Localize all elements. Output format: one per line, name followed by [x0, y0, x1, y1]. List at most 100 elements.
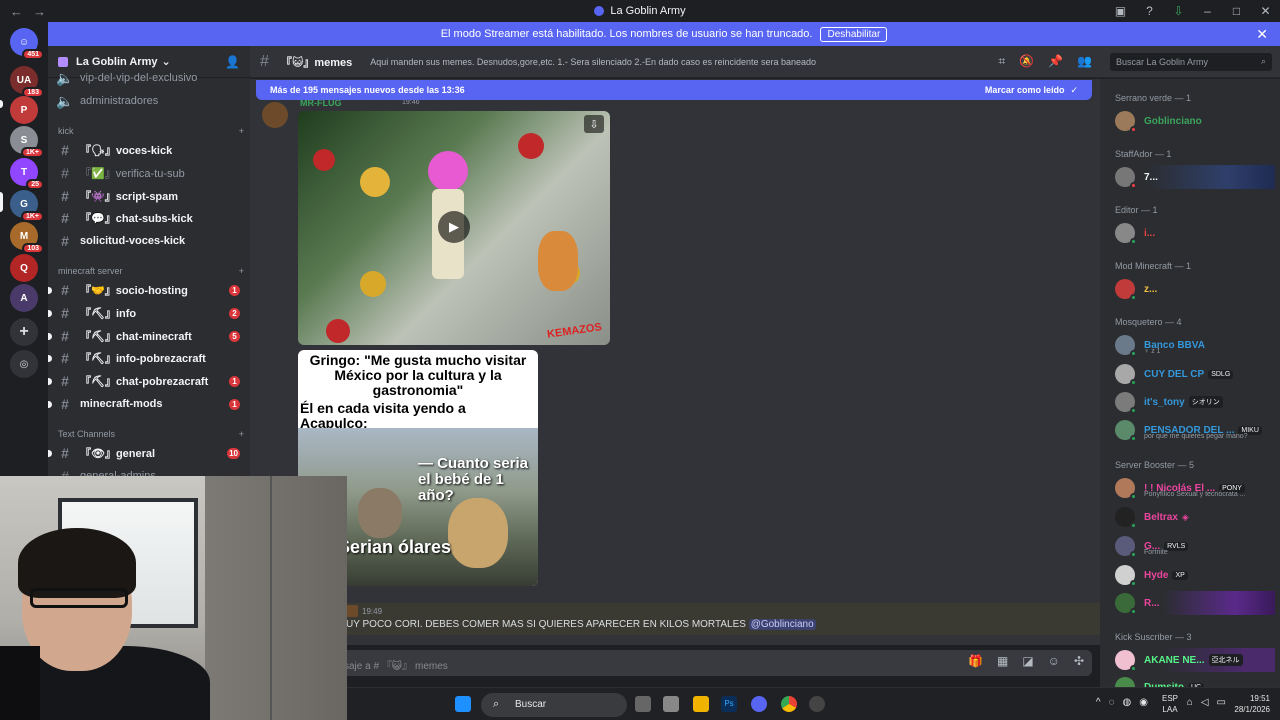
tray-icon[interactable]: ◉ [1139, 697, 1148, 708]
add-server-icon[interactable]: + [10, 318, 38, 346]
channel-item[interactable]: # solicitud-voces-kick [56, 231, 244, 251]
channel-item[interactable]: 🔈 vip-del-vip-del-exclusivo [56, 68, 244, 88]
channel-item[interactable]: # 『⛏』chat-pobrezacraft 1 [48, 371, 244, 391]
server-icon[interactable]: T 25 [10, 158, 44, 190]
status-icons[interactable]: ⌂ ◁ ▭ [1187, 697, 1226, 708]
member-name: CUY DEL CP [1144, 368, 1205, 380]
channel-item[interactable]: # minecraft-mods 1 [48, 394, 244, 414]
category-kick[interactable]: kick + [58, 126, 244, 136]
threads-icon[interactable]: ⌗ [998, 54, 1005, 69]
help-icon[interactable]: ? [1135, 4, 1164, 18]
member-item[interactable]: z... [1115, 277, 1275, 301]
server-icon[interactable]: S 1K+ [10, 126, 44, 158]
member-item[interactable]: AKANE NE... 亞北ネル [1115, 648, 1275, 672]
member-item[interactable]: CUY DEL CP SDLG [1115, 362, 1275, 386]
channel-item[interactable]: # 『👁』general 10 [48, 443, 244, 463]
close-button[interactable]: ✕ [1251, 4, 1280, 18]
channel-item[interactable]: # 『✅』verifica-tu-sub [56, 163, 244, 183]
member-item[interactable]: Hyde XP [1115, 563, 1275, 587]
channel-item[interactable]: # 『🤝』socio-hosting 1 [48, 280, 244, 300]
member-item[interactable]: PENSADOR DEL ... MIKU por que me quieres p… [1115, 418, 1275, 442]
download-icon[interactable]: ⇩ [1164, 4, 1193, 18]
member-item[interactable]: Banco BBVA ♀ z 1 [1115, 333, 1275, 357]
clock[interactable]: 19:51 28/1/2026 [1234, 693, 1270, 715]
members-icon[interactable]: 👥 [1077, 54, 1092, 69]
battery-icon[interactable]: ▭ [1217, 697, 1226, 708]
booster-icon: ◈ [1181, 511, 1189, 522]
app-icon[interactable] [663, 696, 679, 712]
channel-label: 『💬』chat-subs-kick [80, 213, 193, 225]
language-indicator[interactable]: ESP LAA [1162, 693, 1178, 715]
user-mention[interactable]: @Goblinciano [748, 619, 816, 630]
task-view-icon[interactable] [635, 696, 651, 712]
discord-icon[interactable] [751, 696, 767, 712]
search-icon: ⌕ [1260, 56, 1266, 66]
member-item[interactable]: G... RVLS Fortnite [1115, 534, 1275, 558]
member-item[interactable]: R... [1115, 591, 1275, 615]
minimize-button[interactable]: – [1193, 4, 1222, 18]
gif-icon[interactable]: ▦ [997, 654, 1008, 668]
member-item[interactable]: i... [1115, 221, 1275, 245]
invite-icon[interactable]: 👤 [225, 55, 240, 69]
gift-icon[interactable]: 🎁 [968, 654, 983, 668]
add-channel-icon[interactable]: + [239, 266, 244, 276]
server-icon[interactable]: P [10, 96, 38, 124]
avatar[interactable] [346, 605, 358, 617]
explore-icon[interactable]: ◎ [10, 350, 38, 378]
apps-icon[interactable]: ✣ [1074, 654, 1084, 668]
mute-bell-icon[interactable]: 🔕 [1019, 54, 1034, 69]
avatar[interactable] [262, 102, 288, 128]
emoji-icon[interactable]: ☺ [1048, 654, 1060, 668]
server-icon[interactable]: M 103 [10, 222, 44, 254]
taskbar-search[interactable]: ⌕ Buscar [481, 693, 627, 717]
search-input[interactable]: Buscar La Goblin Army ⌕ [1110, 53, 1272, 71]
server-icon[interactable]: Q [10, 254, 38, 282]
inbox-icon[interactable]: ▣ [1106, 4, 1135, 18]
disable-button[interactable]: Deshabilitar [820, 26, 888, 42]
network-icon[interactable]: ⌂ [1187, 697, 1193, 708]
member-name: i... [1144, 227, 1156, 239]
member-item[interactable]: ! ! Nicolás El ... PONY Ponyfílico Sexual … [1115, 476, 1275, 500]
channel-topic[interactable]: Aqui manden sus memes. Desnudos,gore,etc… [370, 57, 840, 67]
member-item[interactable]: 7... [1115, 165, 1275, 189]
tray-icon[interactable]: ◍ [1123, 697, 1132, 708]
play-icon[interactable]: ▶ [438, 211, 470, 243]
chevron-up-icon[interactable]: ^ [1096, 697, 1101, 708]
app-icon[interactable] [809, 696, 825, 712]
system-tray[interactable]: ^ ◌ ◍ ◉ [1096, 697, 1148, 708]
video-attachment[interactable]: ▶ ⇩ KEMAZOS [298, 111, 610, 345]
sticker-icon[interactable]: ◪ [1022, 654, 1033, 668]
message-composer[interactable]: saje a # 『😺』 memes 🎁 ▦ ◪ ☺ ✣ [300, 650, 1092, 676]
new-messages-bar[interactable]: Más de 195 mensajes nuevos desde las 13:… [256, 80, 1092, 100]
windows-start-icon[interactable] [455, 696, 471, 712]
channel-item[interactable]: # 『👾』script-spam [56, 186, 244, 206]
pin-icon[interactable]: 📌 [1048, 54, 1063, 69]
channel-item[interactable]: # 『🗣』voces-kick [56, 140, 244, 160]
volume-icon[interactable]: ◁ [1201, 697, 1209, 708]
close-icon[interactable]: ✕ [1256, 26, 1268, 43]
channel-item[interactable]: # 『⛏』chat-minecraft 5 [48, 326, 244, 346]
download-icon[interactable]: ⇩ [584, 115, 604, 133]
maximize-button[interactable]: □ [1222, 4, 1251, 18]
category-minecraft[interactable]: minecraft server + [58, 266, 244, 276]
mark-read-button[interactable]: Marcar como leído ✓ [985, 85, 1078, 96]
member-item[interactable]: Beltrax ◈ [1115, 505, 1275, 529]
add-channel-icon[interactable]: + [239, 126, 244, 136]
tray-icon[interactable]: ◌ [1109, 697, 1115, 708]
channel-item[interactable]: # 『⛏』info 2 [48, 303, 244, 323]
channel-item[interactable]: # 『💬』chat-subs-kick [56, 208, 244, 228]
server-icon[interactable]: G 1K+ [10, 190, 44, 222]
member-item[interactable]: Goblinciano [1115, 109, 1275, 133]
channel-item[interactable]: 🔈 administradores [56, 91, 244, 111]
add-channel-icon[interactable]: + [239, 429, 244, 439]
photoshop-icon[interactable]: Ps [721, 696, 737, 712]
role-header: Editor — 1 [1115, 205, 1158, 215]
home-button[interactable]: ☺ 451 [10, 28, 44, 60]
channel-item[interactable]: # 『⛏』info-pobrezacraft [48, 348, 244, 368]
server-icon[interactable]: A [10, 284, 38, 312]
server-icon[interactable]: UA 183 [10, 66, 44, 98]
member-item[interactable]: it's_tony シオリン [1115, 390, 1275, 414]
chrome-icon[interactable] [781, 696, 797, 712]
file-explorer-icon[interactable] [693, 696, 709, 712]
category-text[interactable]: Text Channels + [58, 429, 244, 439]
